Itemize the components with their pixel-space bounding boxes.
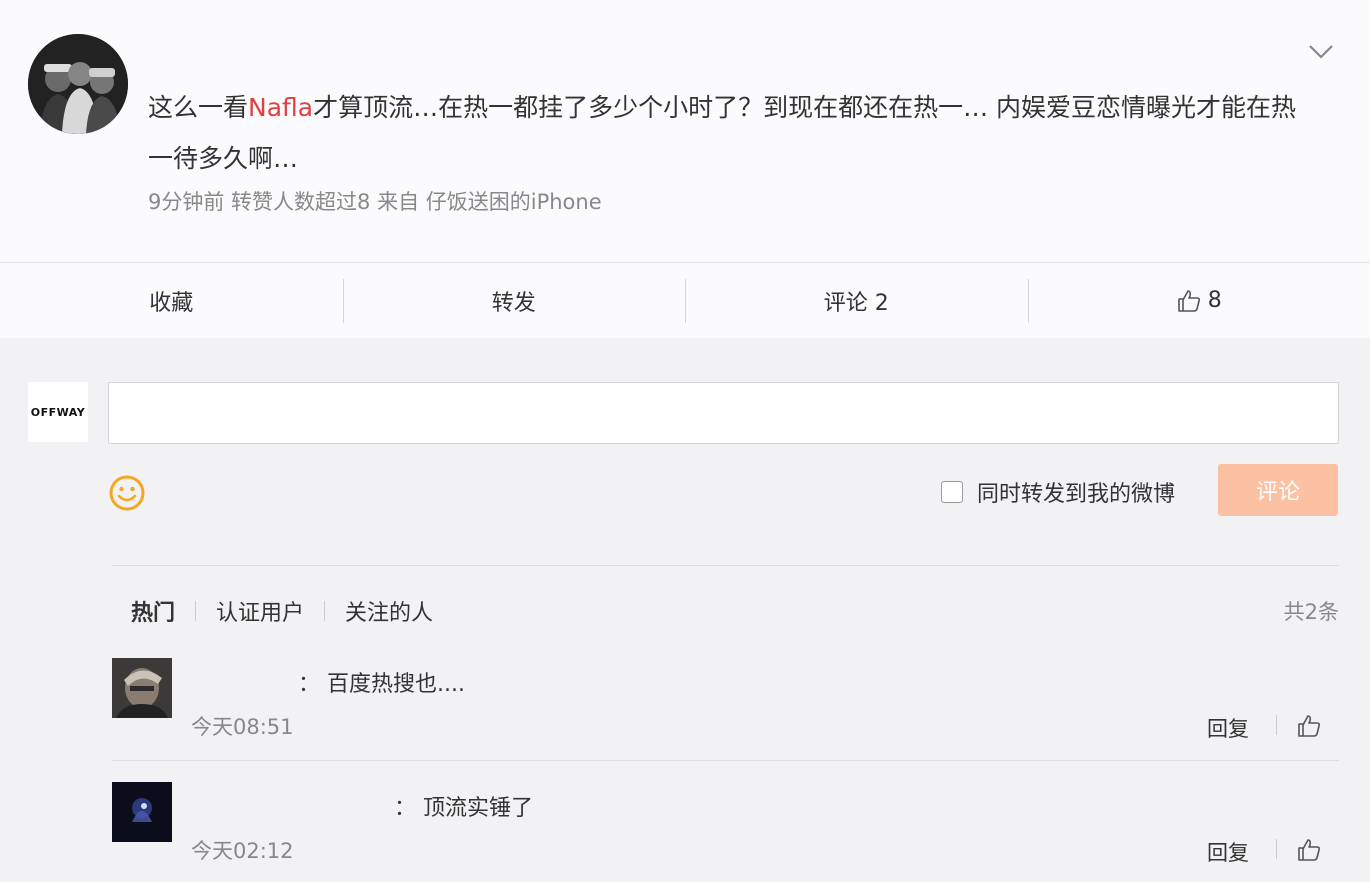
tab-following[interactable]: 关注的人 [345, 595, 433, 627]
comment-label: 评论 2 [823, 290, 889, 316]
post-meta: 9分钟前 转赞人数超过8 来自 仔饭送困的iPhone [148, 190, 602, 214]
thumbs-up-icon[interactable] [1296, 837, 1322, 863]
like-count: 8 [1207, 288, 1222, 313]
commenter-avatar[interactable] [112, 658, 172, 718]
post-text-pre: 这么一看 [148, 93, 249, 122]
comment-input[interactable] [108, 382, 1339, 444]
tab-separator [324, 601, 326, 621]
my-avatar: OFFWAY [28, 382, 88, 442]
divider [112, 565, 1339, 566]
comment-text: ： 百度热搜也.... [298, 672, 465, 697]
submit-comment-button[interactable]: 评论 [1218, 464, 1338, 516]
repost-checkbox[interactable] [941, 481, 963, 503]
comment-text: ： 顶流实锤了 [394, 796, 533, 821]
comment-filter-tabs: 热门 认证用户 关注的人 [131, 595, 433, 627]
commenter-avatar[interactable] [112, 782, 172, 842]
comment-time: 今天02:12 [191, 839, 294, 863]
action-bar: 收藏 转发 评论 2 8 [0, 262, 1370, 338]
emoji-icon[interactable] [108, 474, 146, 512]
weibo-post: 这么一看Nafla才算顶流…在热一都挂了多少个小时了？到现在都还在热一… 内娱爱… [0, 0, 1370, 262]
repost-label: 转发 [491, 290, 536, 316]
comment-time: 今天08:51 [191, 715, 294, 739]
tab-hot[interactable]: 热门 [131, 595, 175, 627]
post-text-post: 才算顶流…在热一都挂了多少个小时了？到现在都还在热一… 内娱爱豆恋情曝光才能在热… [148, 93, 1297, 173]
comment-count: 共2条 [1283, 600, 1339, 624]
divider [1276, 839, 1277, 859]
divider [112, 760, 1339, 761]
divider [1276, 715, 1277, 735]
repost-checkbox-label[interactable]: 同时转发到我的微博 [977, 476, 1175, 508]
tab-separator [195, 601, 197, 621]
post-hashtag-name[interactable]: Nafla [248, 93, 313, 122]
repost-button[interactable]: 转发 [342, 278, 686, 323]
favorite-button[interactable]: 收藏 [0, 281, 343, 321]
tab-verified-users[interactable]: 认证用户 [216, 595, 304, 627]
my-avatar-text: OFFWAY [30, 405, 86, 419]
reply-button[interactable]: 回复 [1207, 713, 1249, 743]
thumbs-up-icon[interactable] [1296, 713, 1322, 739]
thumbs-up-icon [1177, 289, 1200, 312]
poster-avatar[interactable] [28, 34, 128, 134]
comment-button[interactable]: 评论 2 [685, 278, 1028, 323]
post-content: 这么一看Nafla才算顶流…在热一都挂了多少个小时了？到现在都还在热一… 内娱爱… [148, 82, 1308, 184]
chevron-down-icon[interactable] [1306, 40, 1336, 64]
submit-label: 评论 [1255, 480, 1300, 505]
like-button[interactable]: 8 [1027, 278, 1370, 323]
reply-button[interactable]: 回复 [1207, 837, 1249, 867]
favorite-label: 收藏 [149, 290, 194, 316]
